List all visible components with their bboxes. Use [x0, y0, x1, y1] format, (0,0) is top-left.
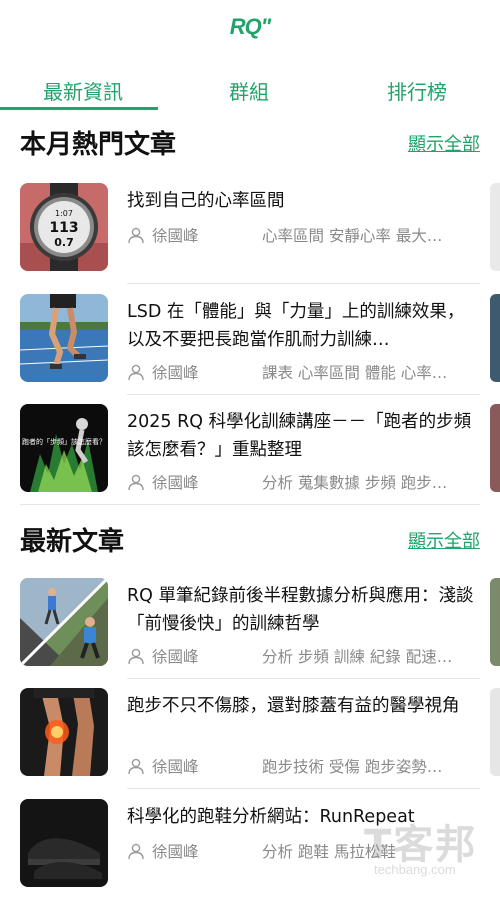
divider — [127, 678, 480, 679]
article-card[interactable]: LSD 在「體能」與「力量」上的訓練效果，以及不要把長跑當作肌耐力訓練… 徐國峰… — [20, 294, 480, 394]
person-icon — [128, 843, 144, 860]
article-meta: 徐國峰 分析 蒐集數據 步頻 跑步… — [127, 471, 475, 493]
article-author: 徐國峰 — [152, 474, 199, 492]
next-card-peek[interactable] — [490, 578, 500, 666]
article-author: 徐國峰 — [152, 758, 199, 776]
article-tags: 分析 蒐集數據 步頻 跑步… — [262, 474, 448, 492]
person-icon — [128, 227, 144, 244]
article-card[interactable]: 1:07 113 0.7 找到自己的心率區間 徐國峰 心率區間 安靜心率 最大… — [20, 183, 480, 283]
watermark-logo: T客邦 techbang.com — [340, 810, 490, 885]
svg-text:1:07: 1:07 — [55, 209, 73, 218]
next-card-peek[interactable] — [490, 688, 500, 776]
article-thumbnail-runner — [20, 294, 108, 382]
section-header-popular: 本月熱門文章 顯示全部 — [20, 124, 480, 164]
article-card[interactable]: 跑者的「步頻」該怎麼看？ 2025 RQ 科學化訓練講座－－「跑者的步頻該怎麼看… — [20, 404, 480, 504]
article-tags: 跑步技術 受傷 跑步姿勢… — [262, 758, 443, 776]
next-card-peek[interactable] — [490, 404, 500, 492]
article-author: 徐國峰 — [152, 843, 199, 861]
article-title: 跑步不只不傷膝，還對膝蓋有益的醫學視角 — [127, 696, 460, 716]
article-author: 徐國峰 — [152, 364, 199, 382]
divider — [127, 788, 480, 789]
person-icon — [128, 364, 144, 381]
person-icon — [128, 758, 144, 775]
article-thumbnail-cadence: 跑者的「步頻」該怎麼看？ — [20, 404, 108, 492]
divider — [127, 394, 480, 395]
article-author: 徐國峰 — [152, 227, 199, 245]
article-meta: 徐國峰 心率區間 安靜心率 最大… — [127, 224, 475, 246]
person-icon — [128, 474, 144, 491]
divider — [20, 504, 480, 505]
article-title: 找到自己的心率區間 — [127, 191, 285, 211]
article-thumbnail-runners — [20, 578, 108, 666]
article-card[interactable]: 跑步不只不傷膝，還對膝蓋有益的醫學視角 徐國峰 跑步技術 受傷 跑步姿勢… — [20, 688, 480, 788]
article-meta: 徐國峰 課表 心率區間 體能 心率… — [127, 361, 475, 383]
person-icon — [128, 648, 144, 665]
article-tags: 課表 心率區間 體能 心率… — [262, 364, 448, 382]
thumbnail-caption: 跑者的「步頻」該怎麼看？ — [22, 437, 106, 446]
article-tags: 分析 步頻 訓練 紀錄 配速… — [262, 648, 453, 666]
article-title: 2025 RQ 科學化訓練講座－－「跑者的步頻該怎麼看？」重點整理 — [127, 412, 472, 460]
show-all-link[interactable]: 顯示全部 — [408, 130, 480, 156]
active-tab-indicator — [0, 107, 158, 110]
article-meta: 徐國峰 跑步技術 受傷 跑步姿勢… — [127, 755, 475, 777]
article-card[interactable]: RQ 單筆紀錄前後半程數據分析與應用：淺談「前慢後快」的訓練哲學 徐國峰 分析 … — [20, 578, 480, 678]
next-card-peek[interactable] — [490, 183, 500, 271]
article-thumbnail-shoe — [20, 799, 108, 887]
tab-groups[interactable]: 群組 — [166, 76, 332, 105]
section-title: 最新文章 — [20, 527, 125, 557]
article-tags: 心率區間 安靜心率 最大… — [262, 227, 443, 245]
section-title: 本月熱門文章 — [20, 130, 177, 160]
show-all-link[interactable]: 顯示全部 — [408, 527, 480, 553]
svg-text:0.7: 0.7 — [54, 236, 74, 249]
article-author: 徐國峰 — [152, 648, 199, 666]
next-card-peek[interactable] — [490, 294, 500, 382]
article-title: RQ 單筆紀錄前後半程數據分析與應用：淺談「前慢後快」的訓練哲學 — [127, 586, 474, 634]
svg-text:113: 113 — [49, 220, 78, 236]
app-logo: RQ" — [229, 14, 271, 39]
article-thumbnail-watch: 1:07 113 0.7 — [20, 183, 108, 271]
divider — [127, 283, 480, 284]
watermark-url: techbang.com — [374, 862, 456, 877]
tab-leaderboard[interactable]: 排行榜 — [334, 76, 500, 105]
tab-latest-news[interactable]: 最新資訊 — [0, 76, 166, 105]
section-header-latest: 最新文章 顯示全部 — [20, 521, 480, 561]
article-meta: 徐國峰 分析 步頻 訓練 紀錄 配速… — [127, 645, 475, 667]
tab-bar: 最新資訊 群組 排行榜 — [0, 72, 500, 112]
article-thumbnail-knee — [20, 688, 108, 776]
article-title: LSD 在「體能」與「力量」上的訓練效果，以及不要把長跑當作肌耐力訓練… — [127, 302, 465, 350]
